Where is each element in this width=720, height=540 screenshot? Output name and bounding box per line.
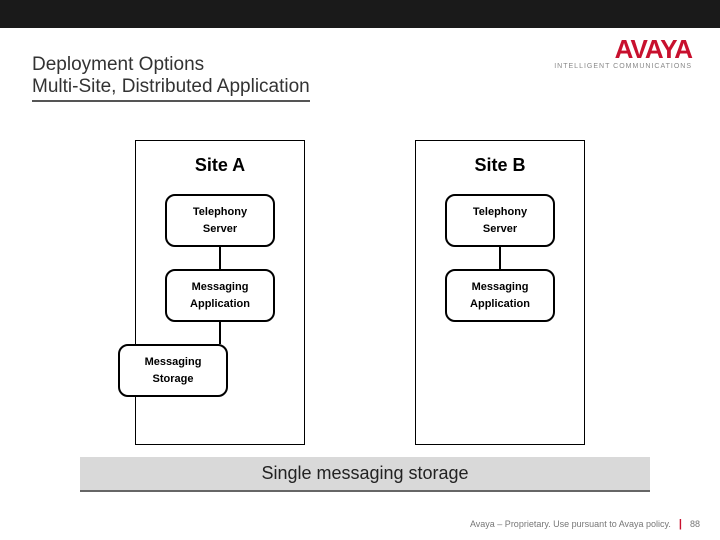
node-label: Storage bbox=[124, 371, 222, 388]
logo-area: AVAYA INTELLIGENT COMMUNICATIONS bbox=[554, 34, 692, 70]
title-line-2: Multi-Site, Distributed Application bbox=[32, 76, 310, 102]
footer-divider-icon: | bbox=[679, 518, 682, 530]
title-line-1: Deployment Options bbox=[32, 54, 310, 76]
node-label: Messaging bbox=[171, 279, 269, 296]
diagram: Site A Telephony Server Messaging Applic… bbox=[0, 140, 720, 445]
connector-line bbox=[219, 322, 221, 344]
footer: Avaya – Proprietary. Use pursuant to Ava… bbox=[470, 518, 700, 530]
node-label: Application bbox=[451, 296, 549, 313]
caption-text: Single messaging storage bbox=[261, 463, 468, 483]
top-bar bbox=[0, 0, 720, 28]
caption-bar: Single messaging storage bbox=[80, 457, 650, 492]
page-number: 88 bbox=[690, 519, 700, 529]
node-label: Server bbox=[451, 221, 549, 238]
brand-logo: AVAYA bbox=[554, 34, 692, 65]
site-a-title: Site A bbox=[195, 155, 245, 176]
node-label: Messaging bbox=[124, 354, 222, 371]
node-label: Telephony bbox=[451, 204, 549, 221]
node-label: Server bbox=[171, 221, 269, 238]
site-a-box: Site A Telephony Server Messaging Applic… bbox=[135, 140, 305, 445]
brand-tagline: INTELLIGENT COMMUNICATIONS bbox=[554, 63, 692, 70]
node-label: Telephony bbox=[171, 204, 269, 221]
site-b-telephony-node: Telephony Server bbox=[445, 194, 555, 247]
footer-text: Avaya – Proprietary. Use pursuant to Ava… bbox=[470, 519, 671, 529]
page-title: Deployment Options Multi-Site, Distribut… bbox=[32, 54, 310, 102]
site-a-telephony-node: Telephony Server bbox=[165, 194, 275, 247]
site-a-messaging-node: Messaging Application bbox=[165, 269, 275, 322]
node-label: Application bbox=[171, 296, 269, 313]
connector-line bbox=[219, 247, 221, 269]
connector-line bbox=[499, 247, 501, 269]
site-b-messaging-node: Messaging Application bbox=[445, 269, 555, 322]
site-b-title: Site B bbox=[474, 155, 525, 176]
node-label: Messaging bbox=[451, 279, 549, 296]
site-a-storage-node: Messaging Storage bbox=[118, 344, 228, 397]
site-b-box: Site B Telephony Server Messaging Applic… bbox=[415, 140, 585, 445]
